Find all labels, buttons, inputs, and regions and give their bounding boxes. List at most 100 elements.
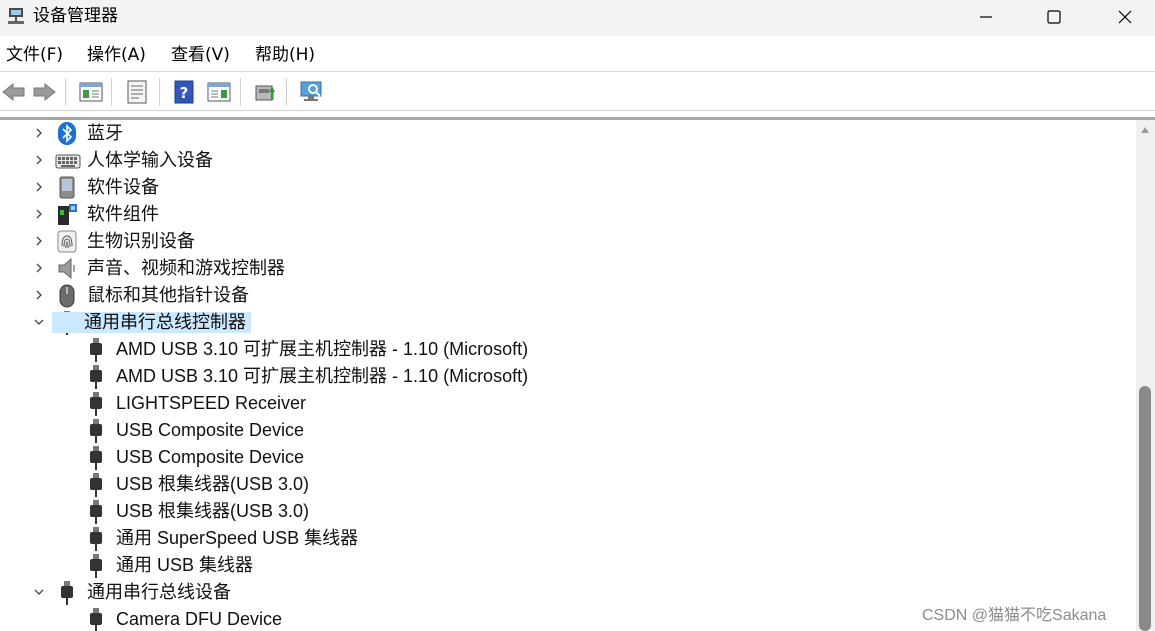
tree-device-item[interactable]: LIGHTSPEED Receiver	[0, 390, 1136, 417]
minimize-icon	[980, 16, 992, 18]
usb-icon	[85, 364, 107, 389]
properties-icon	[127, 80, 147, 104]
tree-category-label: 软件设备	[87, 177, 159, 197]
show-hide-tree-button[interactable]	[77, 78, 105, 106]
menu-file[interactable]: 文件(F)	[6, 45, 63, 65]
usb-icon	[85, 553, 107, 578]
forward-button[interactable]	[30, 78, 58, 106]
menu-bar: 文件(F) 操作(A) 查看(V) 帮助(H)	[0, 38, 1155, 72]
chevron-right-icon[interactable]	[32, 126, 46, 140]
usb-icon	[85, 418, 107, 443]
speaker-icon	[56, 257, 78, 280]
forward-arrow-icon	[33, 82, 56, 102]
tree-device-label: LIGHTSPEED Receiver	[116, 393, 307, 413]
tree-category-label: 软件组件	[87, 204, 159, 224]
toolbar-separator	[65, 78, 66, 106]
tree-device-item[interactable]: AMD USB 3.10 可扩展主机控制器 - 1.10 (Microsoft)	[0, 363, 1136, 390]
scan-hardware-icon	[300, 81, 322, 101]
tree-category[interactable]: 生物识别设备	[0, 228, 1136, 255]
maximize-button[interactable]	[1031, 0, 1077, 34]
chevron-right-icon[interactable]	[32, 234, 46, 248]
software-component-icon	[56, 203, 78, 226]
chevron-right-icon[interactable]	[32, 153, 46, 167]
keyboard-icon	[55, 149, 81, 172]
usb-icon	[85, 337, 107, 362]
usb-icon	[85, 472, 107, 497]
usb-icon	[85, 499, 107, 524]
tree-device-item[interactable]: 通用 SuperSpeed USB 集线器	[0, 525, 1136, 552]
software-device-icon	[56, 176, 78, 199]
tree-category[interactable]: 软件设备	[0, 174, 1136, 201]
bluetooth-icon	[56, 122, 78, 145]
back-button[interactable]	[0, 78, 28, 106]
tree-category[interactable]: 软件组件	[0, 201, 1136, 228]
tree-category-label: 通用串行总线控制器	[52, 312, 251, 333]
tree-device-label: AMD USB 3.10 可扩展主机控制器 - 1.10 (Microsoft)	[116, 339, 529, 359]
tree-device-label: USB Composite Device	[116, 447, 305, 467]
tree-category[interactable]: 人体学输入设备	[0, 147, 1136, 174]
chevron-right-icon[interactable]	[32, 288, 46, 302]
toolbar-separator	[240, 78, 241, 106]
chevron-right-icon[interactable]	[32, 207, 46, 221]
menu-action[interactable]: 操作(A)	[87, 45, 146, 65]
usb-icon	[85, 526, 107, 551]
scroll-up-arrow-icon[interactable]	[1140, 126, 1150, 134]
update-driver-button[interactable]	[251, 78, 279, 106]
back-arrow-icon	[2, 82, 25, 102]
tree-device-label: 通用 USB 集线器	[116, 555, 254, 575]
toolbar-separator	[286, 78, 287, 106]
tree-device-item[interactable]: USB 根集线器(USB 3.0)	[0, 498, 1136, 525]
tree-device-label: AMD USB 3.10 可扩展主机控制器 - 1.10 (Microsoft)	[116, 366, 529, 386]
help-button[interactable]: ?	[170, 78, 198, 106]
close-icon	[1118, 10, 1132, 24]
close-button[interactable]	[1102, 0, 1148, 34]
scan-hardware-button[interactable]	[298, 78, 326, 106]
tree-device-label: USB 根集线器(USB 3.0)	[116, 474, 310, 494]
chevron-right-icon[interactable]	[32, 261, 46, 275]
tree-category[interactable]: 声音、视频和游戏控制器	[0, 255, 1136, 282]
tree-device-label: USB Composite Device	[116, 420, 305, 440]
vertical-scrollbar[interactable]	[1136, 120, 1155, 631]
fingerprint-icon	[56, 230, 78, 253]
menu-help[interactable]: 帮助(H)	[255, 45, 315, 65]
tree-device-item[interactable]: USB Composite Device	[0, 444, 1136, 471]
tree-device-label: Camera DFU Device	[116, 609, 283, 629]
tree-device-item[interactable]: AMD USB 3.10 可扩展主机控制器 - 1.10 (Microsoft)	[0, 336, 1136, 363]
tree-device-item[interactable]: USB Composite Device	[0, 417, 1136, 444]
usb-icon	[85, 391, 107, 416]
action-pane-button[interactable]	[205, 78, 233, 106]
tree-category-label: 蓝牙	[87, 123, 123, 143]
scrollbar-thumb[interactable]	[1139, 386, 1151, 631]
tree-device-label: USB 根集线器(USB 3.0)	[116, 501, 310, 521]
update-driver-icon	[255, 85, 275, 101]
menu-view[interactable]: 查看(V)	[171, 45, 230, 65]
device-tree: 蓝牙 人体学输入设备 软件设备 软件组件 生物识别设备 声音、视频和游戏控制器 …	[0, 120, 1136, 631]
tree-device-item[interactable]: USB 根集线器(USB 3.0)	[0, 471, 1136, 498]
toolbar-separator	[111, 78, 112, 106]
tree-category-label: 鼠标和其他指针设备	[87, 285, 249, 305]
action-pane-icon	[207, 82, 231, 102]
tree-category-label: 人体学输入设备	[87, 150, 213, 170]
tree-category[interactable]: 鼠标和其他指针设备	[0, 282, 1136, 309]
chevron-down-icon[interactable]	[32, 315, 46, 329]
tree-category[interactable]: 蓝牙	[0, 120, 1136, 147]
tree-category-label: 声音、视频和游戏控制器	[87, 258, 285, 278]
toolbar: ?	[0, 73, 1155, 111]
tree-device-label: 通用 SuperSpeed USB 集线器	[116, 528, 359, 548]
show-hide-tree-icon	[79, 82, 103, 102]
usb-icon	[85, 607, 107, 631]
tree-device-item[interactable]: 通用 USB 集线器	[0, 552, 1136, 579]
properties-button[interactable]	[123, 78, 151, 106]
device-manager-app-icon	[8, 8, 24, 24]
window-title: 设备管理器	[33, 6, 118, 26]
tree-category[interactable]: 通用串行总线控制器	[0, 309, 1136, 336]
watermark: CSDN @猫猫不吃Sakana	[922, 607, 1107, 624]
chevron-right-icon[interactable]	[32, 180, 46, 194]
usb-icon	[56, 580, 78, 605]
toolbar-separator	[159, 78, 160, 106]
svg-text:?: ?	[180, 84, 189, 102]
title-bar: 设备管理器	[0, 0, 1155, 36]
usb-icon	[85, 445, 107, 470]
chevron-down-icon[interactable]	[32, 585, 46, 599]
minimize-button[interactable]	[963, 0, 1009, 34]
